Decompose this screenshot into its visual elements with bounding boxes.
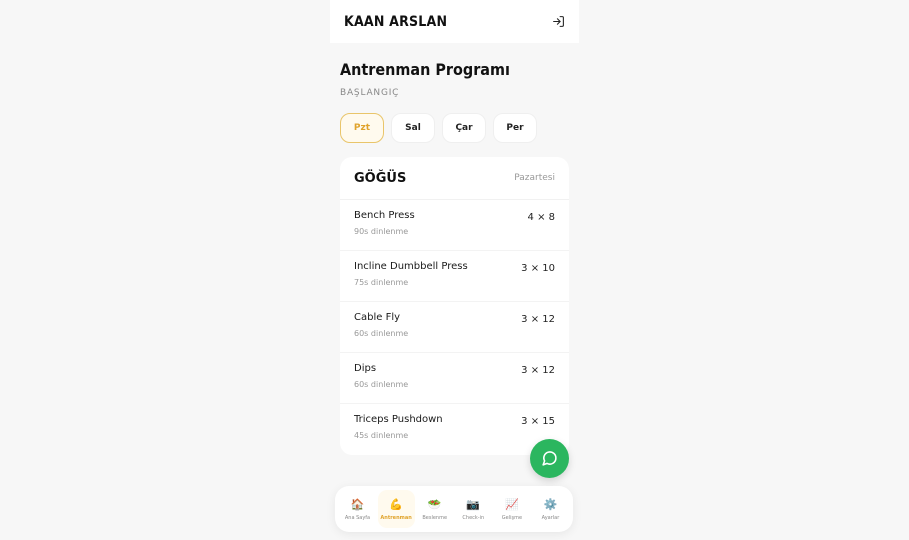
nav-item-settings[interactable]: ⚙️ Ayarlar bbox=[532, 490, 569, 528]
chat-icon bbox=[542, 451, 557, 466]
nav-item-progress[interactable]: 📈 Gelişme bbox=[493, 490, 530, 528]
nav-label: Antrenman bbox=[380, 514, 412, 521]
exercise-rest: 60s dinlenme bbox=[354, 329, 409, 338]
home-icon: 🏠 bbox=[350, 497, 365, 511]
exercise-sets: 3 × 12 bbox=[521, 365, 555, 376]
nav-item-workout[interactable]: 💪 Antrenman bbox=[377, 490, 415, 528]
muscle-icon: 💪 bbox=[389, 497, 403, 511]
level-label: BAŞLANGIÇ bbox=[340, 88, 400, 98]
exercise-rest: 45s dinlenme bbox=[354, 431, 409, 440]
bottom-nav: 🏠 Ana Sayfa 💪 Antrenman 🥗 Beslenme 📷 Che… bbox=[335, 486, 573, 532]
day-tab-sal[interactable]: Sal bbox=[391, 113, 435, 143]
exercise-row[interactable]: Bench Press 90s dinlenme 4 × 8 bbox=[340, 200, 569, 251]
exercise-sets: 3 × 10 bbox=[521, 263, 555, 274]
page-title: Antrenman Programı bbox=[340, 60, 510, 79]
day-tab-pzt[interactable]: Pzt bbox=[340, 113, 384, 143]
exercise-sets: 3 × 15 bbox=[521, 416, 555, 427]
exercise-rest: 75s dinlenme bbox=[354, 278, 409, 287]
exercise-sets: 4 × 8 bbox=[527, 212, 555, 223]
nav-item-home[interactable]: 🏠 Ana Sayfa bbox=[339, 490, 376, 528]
day-tab-car[interactable]: Çar bbox=[442, 113, 486, 143]
chat-button[interactable] bbox=[530, 439, 569, 478]
nav-label: Ayarlar bbox=[541, 514, 560, 521]
user-name: KAAN ARSLAN bbox=[344, 13, 448, 30]
exercise-name: Bench Press bbox=[354, 210, 415, 221]
exercise-sets: 3 × 12 bbox=[521, 314, 555, 325]
workout-card-header: GÖĞÜS Pazartesi bbox=[340, 157, 569, 200]
nav-label: Check-in bbox=[462, 514, 485, 521]
exercise-rest: 60s dinlenme bbox=[354, 380, 409, 389]
gear-icon: ⚙️ bbox=[543, 497, 558, 511]
nav-item-nutrition[interactable]: 🥗 Beslenme bbox=[416, 490, 453, 528]
logout-icon bbox=[552, 16, 564, 27]
day-tab-per[interactable]: Per bbox=[493, 113, 537, 143]
camera-icon: 📷 bbox=[466, 497, 481, 511]
nav-label: Gelişme bbox=[501, 514, 523, 521]
nav-label: Ana Sayfa bbox=[344, 514, 371, 521]
nav-label: Beslenme bbox=[422, 514, 448, 521]
workout-card: GÖĞÜS Pazartesi Bench Press 90s dinlenme… bbox=[340, 157, 569, 455]
app-shell: KAAN ARSLAN Antrenman Programı BAŞLANGIÇ… bbox=[330, 0, 579, 540]
exercise-rest: 90s dinlenme bbox=[354, 227, 409, 236]
exercise-row[interactable]: Dips 60s dinlenme 3 × 12 bbox=[340, 353, 569, 404]
logout-button[interactable] bbox=[550, 14, 566, 30]
exercise-row[interactable]: Incline Dumbbell Press 75s dinlenme 3 × … bbox=[340, 251, 569, 302]
nav-item-checkin[interactable]: 📷 Check-in bbox=[455, 490, 492, 528]
day-selector: Pzt Sal Çar Per bbox=[340, 113, 537, 143]
muscle-group-title: GÖĞÜS bbox=[354, 170, 407, 186]
salad-icon: 🥗 bbox=[427, 497, 442, 511]
exercise-row[interactable]: Cable Fly 60s dinlenme 3 × 12 bbox=[340, 302, 569, 353]
top-bar: KAAN ARSLAN bbox=[330, 0, 579, 43]
chart-icon: 📈 bbox=[505, 497, 519, 511]
day-name: Pazartesi bbox=[514, 173, 555, 183]
